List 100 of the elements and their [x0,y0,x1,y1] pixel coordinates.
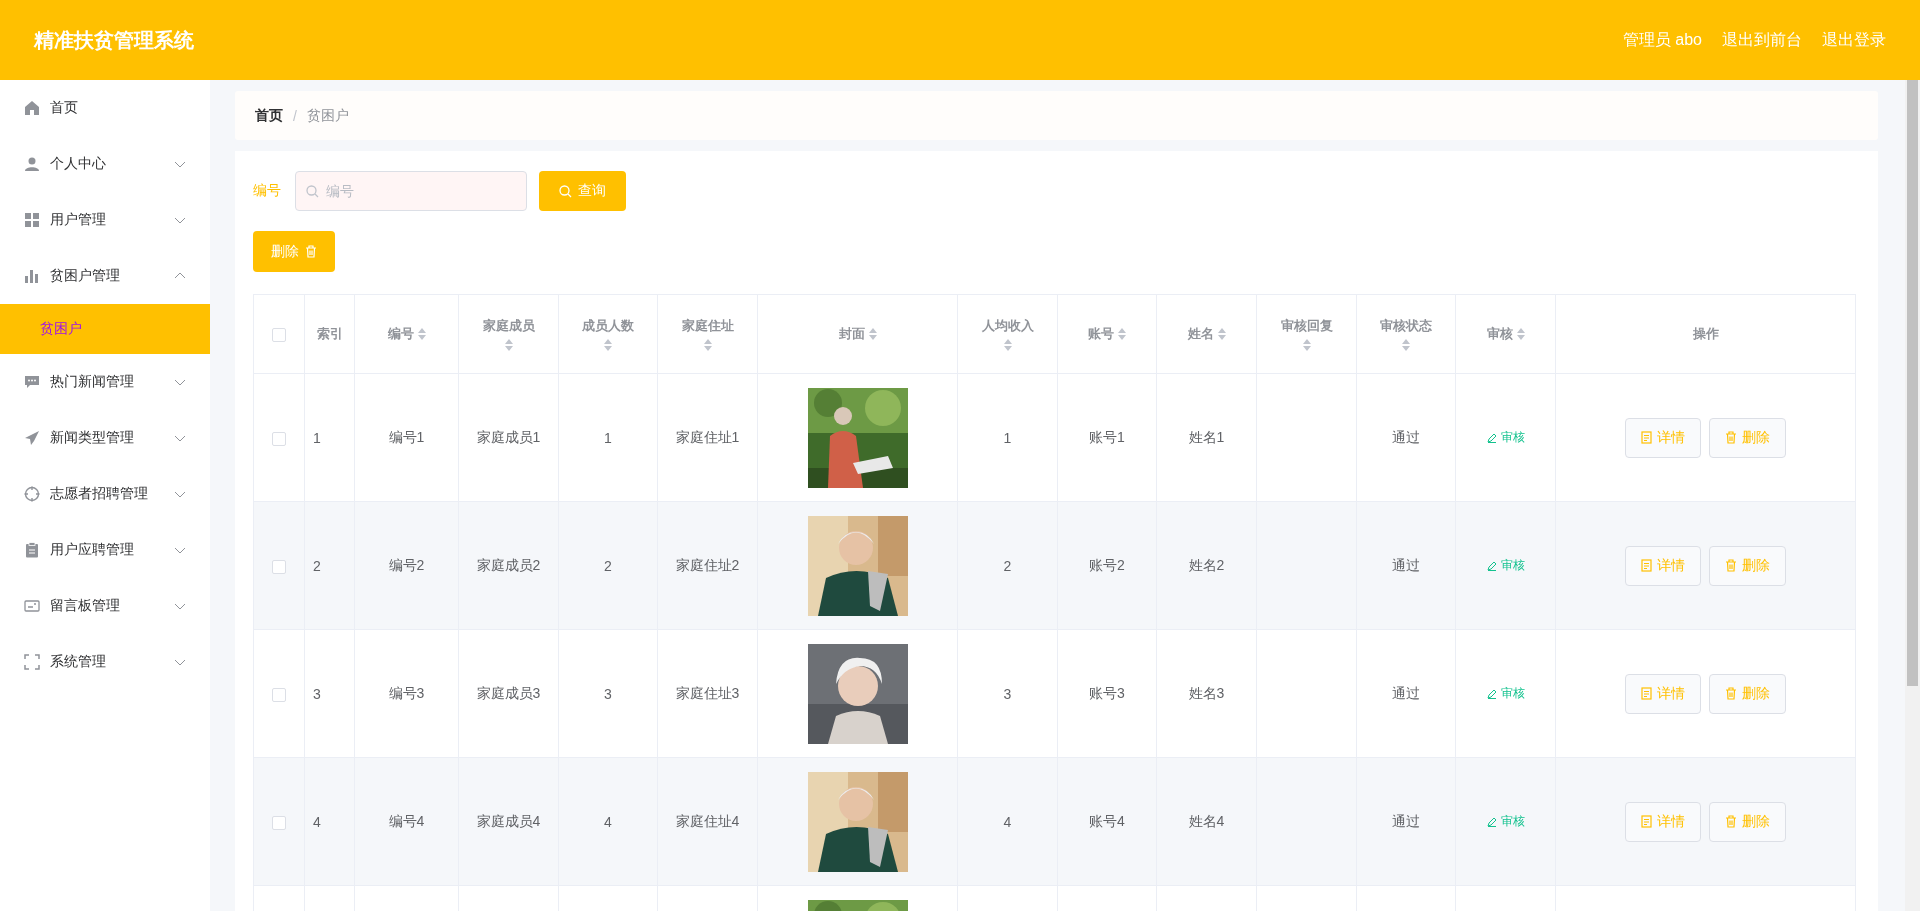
table-cell: 姓名1 [1188,428,1225,445]
sort-icon[interactable] [1217,328,1226,340]
table-cell: 编号1 [388,428,425,445]
delete-button[interactable]: 删除 [1709,417,1786,458]
checkbox[interactable] [272,815,286,830]
user-icon [24,156,40,172]
frame-corners-icon [24,654,40,670]
table-cell: 账号4 [1089,812,1125,829]
breadcrumb-separator: / [293,107,297,124]
sort-icon[interactable] [417,328,426,340]
trash-icon [305,245,317,258]
column-header: 审核状态 [1380,317,1432,335]
sidebar-item[interactable]: 个人中心 [0,136,210,192]
column-header: 封面 [838,325,865,343]
review-link[interactable]: 审核 [1486,429,1525,446]
column-header: 编号 [387,325,414,343]
sidebar-item[interactable]: 首页 [0,80,210,136]
detail-button[interactable]: 详情 [1625,545,1701,586]
field-label: 编号 [253,182,282,200]
sidebar-item[interactable]: 热门新闻管理 [0,354,210,410]
pen-icon [1486,560,1497,571]
delete-button[interactable]: 删除 [1709,801,1786,842]
header-link[interactable]: 退出登录 [1822,29,1886,51]
table-cell: 2 [313,557,321,574]
table-cell: 4 [1003,813,1012,830]
review-link[interactable]: 审核 [1486,557,1525,574]
table-cell: 3 [313,685,321,702]
sort-icon[interactable] [1003,339,1012,351]
trash-icon [1725,687,1737,700]
header-link[interactable]: 退出到前台 [1722,29,1802,51]
table-cell: 1 [1003,429,1012,446]
sidebar-item[interactable]: 用户管理 [0,192,210,248]
trash-icon [1725,431,1737,444]
sidebar-item[interactable]: 系统管理 [0,634,210,690]
message-card-icon [24,598,40,614]
table-cell: 1 [313,429,321,446]
sidebar-subitem[interactable]: 贫困户 [0,304,210,354]
sidebar-item[interactable]: 贫困户管理 [0,248,210,304]
sort-icon[interactable] [504,339,513,351]
table-cell: 姓名3 [1188,684,1225,701]
batch-delete-button[interactable]: 删除 [253,231,335,272]
crosshair-icon [24,486,40,502]
column-header: 成员人数 [582,317,634,335]
detail-button[interactable]: 详情 [1625,673,1701,714]
checkbox[interactable] [272,559,286,574]
query-button[interactable]: 查询 [539,171,626,211]
table-cell: 2 [1003,557,1012,574]
table-cell: 家庭住址4 [675,812,740,829]
table-cell: 家庭住址1 [675,428,740,445]
table-cell: 通过 [1392,556,1420,573]
search-field[interactable]: 编号 [295,171,527,211]
sidebar-item[interactable]: 志愿者招聘管理 [0,466,210,522]
home-icon [24,100,40,116]
sort-icon[interactable] [1516,328,1525,340]
bar-chart-icon [24,268,40,284]
column-header: 家庭住址 [681,317,734,335]
document-icon [1641,815,1652,828]
checkbox[interactable] [272,431,286,446]
table-cell: 4 [604,813,612,830]
breadcrumb-item[interactable]: 首页 [255,106,283,125]
app-title: 精准扶贫管理系统 [34,27,195,53]
sidebar-item[interactable]: 用户应聘管理 [0,522,210,578]
sort-icon[interactable] [868,328,877,340]
table-cell: 家庭住址3 [675,684,740,701]
table-cell: 3 [604,685,612,702]
column-header: 账号 [1088,325,1114,343]
document-icon [1641,687,1652,700]
column-header: 姓名 [1187,325,1214,343]
column-header: 审核 [1486,325,1513,343]
table-cell: 家庭成员4 [476,812,541,829]
sort-icon[interactable] [1402,339,1410,351]
sort-icon[interactable] [1302,339,1311,351]
table-cell: 账号3 [1089,684,1125,701]
trash-icon [1725,815,1737,828]
detail-button[interactable]: 详情 [1625,417,1701,458]
table-cell: 家庭成员3 [476,684,541,701]
checkbox[interactable] [272,687,286,702]
sort-icon[interactable] [703,339,712,351]
scrollbar[interactable] [1905,80,1920,911]
sort-icon[interactable] [604,339,612,351]
review-link[interactable]: 审核 [1486,685,1525,702]
table-cell: 编号3 [388,684,425,701]
pen-icon [1486,688,1497,699]
column-header: 审核回复 [1280,317,1333,335]
sidebar-item[interactable]: 留言板管理 [0,578,210,634]
table-cell: 家庭成员1 [476,428,541,445]
sort-icon[interactable] [1118,328,1126,340]
table-cell: 2 [604,557,612,574]
sidebar-item[interactable]: 新闻类型管理 [0,410,210,466]
user-label: 管理员 abo [1622,29,1702,50]
column-header: 家庭成员 [482,317,535,335]
review-link[interactable]: 审核 [1486,813,1525,830]
checkbox[interactable] [272,327,286,342]
table-cell: 家庭成员2 [476,556,541,573]
delete-button[interactable]: 删除 [1709,545,1786,586]
detail-button[interactable]: 详情 [1625,801,1701,842]
table-cell: 账号2 [1089,556,1125,573]
paper-plane-icon [24,430,40,446]
table-cell: 家庭住址2 [675,556,740,573]
delete-button[interactable]: 删除 [1709,673,1786,714]
